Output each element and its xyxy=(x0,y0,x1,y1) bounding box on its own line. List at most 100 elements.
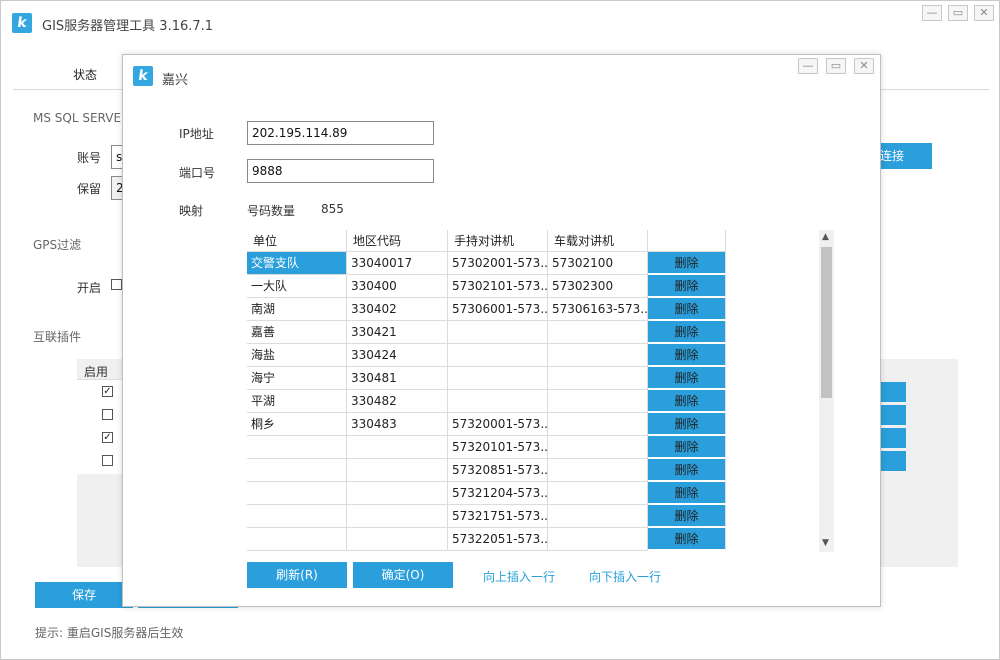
cell-handheld[interactable] xyxy=(448,321,548,344)
cell-area-code[interactable]: 33040017 xyxy=(347,252,448,275)
cell-handheld[interactable]: 57321204-573... xyxy=(448,482,548,505)
plugin-button-4[interactable] xyxy=(880,451,906,471)
cell-vehicle[interactable] xyxy=(548,390,648,413)
plugin-button-1[interactable] xyxy=(880,382,906,402)
delete-button[interactable]: 删除 xyxy=(648,436,726,459)
table-row[interactable]: 南湖 330402 57306001-573... 57306163-573... 删除 xyxy=(247,298,834,321)
cell-area-code[interactable]: 330400 xyxy=(347,275,448,298)
cell-handheld[interactable]: 57306001-573... xyxy=(448,298,548,321)
table-row[interactable]: 57320851-573... 删除 xyxy=(247,459,834,482)
cell-handheld[interactable]: 57302101-573... xyxy=(448,275,548,298)
cell-area-code[interactable]: 330424 xyxy=(347,344,448,367)
table-row[interactable]: 交警支队 33040017 57302001-573... 57302100 删除 xyxy=(247,252,834,275)
cell-unit[interactable] xyxy=(247,482,347,505)
column-header-handheld[interactable]: 手持对讲机 xyxy=(448,230,548,252)
delete-button[interactable]: 删除 xyxy=(648,528,726,551)
cell-area-code[interactable]: 330481 xyxy=(347,367,448,390)
cell-area-code[interactable]: 330482 xyxy=(347,390,448,413)
scroll-thumb[interactable] xyxy=(821,247,832,398)
cell-vehicle[interactable] xyxy=(548,482,648,505)
dialog-minimize-icon[interactable]: — xyxy=(798,58,818,74)
cell-area-code[interactable]: 330483 xyxy=(347,413,448,436)
cell-unit[interactable] xyxy=(247,528,347,551)
cell-unit[interactable] xyxy=(247,505,347,528)
dialog-close-icon[interactable]: ✕ xyxy=(854,58,874,74)
insert-above-link[interactable]: 向上插入一行 xyxy=(483,568,555,585)
plugin-button-3[interactable] xyxy=(880,428,906,448)
delete-button[interactable]: 删除 xyxy=(648,275,726,298)
column-header-vehicle[interactable]: 车载对讲机 xyxy=(548,230,648,252)
cell-handheld[interactable]: 57320851-573... xyxy=(448,459,548,482)
table-row[interactable]: 57321204-573... 删除 xyxy=(247,482,834,505)
table-row[interactable]: 海盐 330424 删除 xyxy=(247,344,834,367)
gps-enable-checkbox[interactable] xyxy=(111,279,122,290)
dialog-maximize-icon[interactable]: ▭ xyxy=(826,58,846,74)
plugin-checkbox-2[interactable] xyxy=(102,409,113,420)
cell-area-code[interactable] xyxy=(347,528,448,551)
cell-vehicle[interactable] xyxy=(548,367,648,390)
delete-button[interactable]: 删除 xyxy=(648,459,726,482)
save-button[interactable]: 保存 xyxy=(35,582,133,608)
table-row[interactable]: 桐乡 330483 57320001-573... 删除 xyxy=(247,413,834,436)
delete-button[interactable]: 删除 xyxy=(648,505,726,528)
plugin-checkbox-3[interactable]: ✓ xyxy=(102,432,113,443)
cell-vehicle[interactable] xyxy=(548,528,648,551)
refresh-button[interactable]: 刷新(R) xyxy=(247,562,347,588)
column-header-unit[interactable]: 单位 xyxy=(247,230,347,252)
cell-handheld[interactable]: 57321751-573... xyxy=(448,505,548,528)
cell-area-code[interactable] xyxy=(347,482,448,505)
table-row[interactable]: 平湖 330482 删除 xyxy=(247,390,834,413)
cell-area-code[interactable] xyxy=(347,436,448,459)
cell-handheld[interactable]: 57320001-573... xyxy=(448,413,548,436)
scroll-up-icon[interactable]: ▲ xyxy=(822,232,829,242)
delete-button[interactable]: 删除 xyxy=(648,482,726,505)
plugin-checkbox-4[interactable] xyxy=(102,455,113,466)
port-input[interactable]: 9888 xyxy=(247,159,434,183)
cell-unit[interactable]: 南湖 xyxy=(247,298,347,321)
cell-unit[interactable]: 海盐 xyxy=(247,344,347,367)
close-icon[interactable]: ✕ xyxy=(974,5,994,21)
table-row[interactable]: 57320101-573... 删除 xyxy=(247,436,834,459)
delete-button[interactable]: 删除 xyxy=(648,413,726,436)
delete-button[interactable]: 删除 xyxy=(648,298,726,321)
plugin-button-2[interactable] xyxy=(880,405,906,425)
cell-area-code[interactable] xyxy=(347,505,448,528)
table-row[interactable]: 海宁 330481 删除 xyxy=(247,367,834,390)
cell-handheld[interactable]: 57302001-573... xyxy=(448,252,548,275)
insert-below-link[interactable]: 向下插入一行 xyxy=(589,568,661,585)
cell-handheld[interactable] xyxy=(448,344,548,367)
cell-unit[interactable]: 交警支队 xyxy=(247,252,347,275)
cell-unit[interactable]: 海宁 xyxy=(247,367,347,390)
table-row[interactable]: 一大队 330400 57302101-573... 57302300 删除 xyxy=(247,275,834,298)
column-header-area-code[interactable]: 地区代码 xyxy=(347,230,448,252)
cell-handheld[interactable] xyxy=(448,390,548,413)
table-row[interactable]: 57321751-573... 删除 xyxy=(247,505,834,528)
delete-button[interactable]: 删除 xyxy=(648,390,726,413)
delete-button[interactable]: 删除 xyxy=(648,321,726,344)
ip-input[interactable]: 202.195.114.89 xyxy=(247,121,434,145)
cell-area-code[interactable] xyxy=(347,459,448,482)
ok-button[interactable]: 确定(O) xyxy=(353,562,453,588)
table-scrollbar[interactable]: ▲ ▼ xyxy=(819,230,834,552)
delete-button[interactable]: 删除 xyxy=(648,344,726,367)
cell-handheld[interactable]: 57320101-573... xyxy=(448,436,548,459)
cell-unit[interactable] xyxy=(247,436,347,459)
cell-vehicle[interactable] xyxy=(548,321,648,344)
tab-status[interactable]: 状态 xyxy=(73,66,97,83)
plugin-checkbox-1[interactable]: ✓ xyxy=(102,386,113,397)
table-row[interactable]: 57322051-573... 删除 xyxy=(247,528,834,551)
cell-unit[interactable]: 嘉善 xyxy=(247,321,347,344)
cell-unit[interactable]: 桐乡 xyxy=(247,413,347,436)
table-row[interactable]: 嘉善 330421 删除 xyxy=(247,321,834,344)
cell-vehicle[interactable]: 57302300 xyxy=(548,275,648,298)
delete-button[interactable]: 删除 xyxy=(648,367,726,390)
cell-handheld[interactable]: 57322051-573... xyxy=(448,528,548,551)
cell-area-code[interactable]: 330402 xyxy=(347,298,448,321)
maximize-icon[interactable]: ▭ xyxy=(948,5,968,21)
cell-vehicle[interactable]: 57302100 xyxy=(548,252,648,275)
cell-vehicle[interactable] xyxy=(548,459,648,482)
cell-vehicle[interactable] xyxy=(548,505,648,528)
scroll-down-icon[interactable]: ▼ xyxy=(822,538,829,548)
cell-unit[interactable]: 一大队 xyxy=(247,275,347,298)
cell-vehicle[interactable] xyxy=(548,413,648,436)
